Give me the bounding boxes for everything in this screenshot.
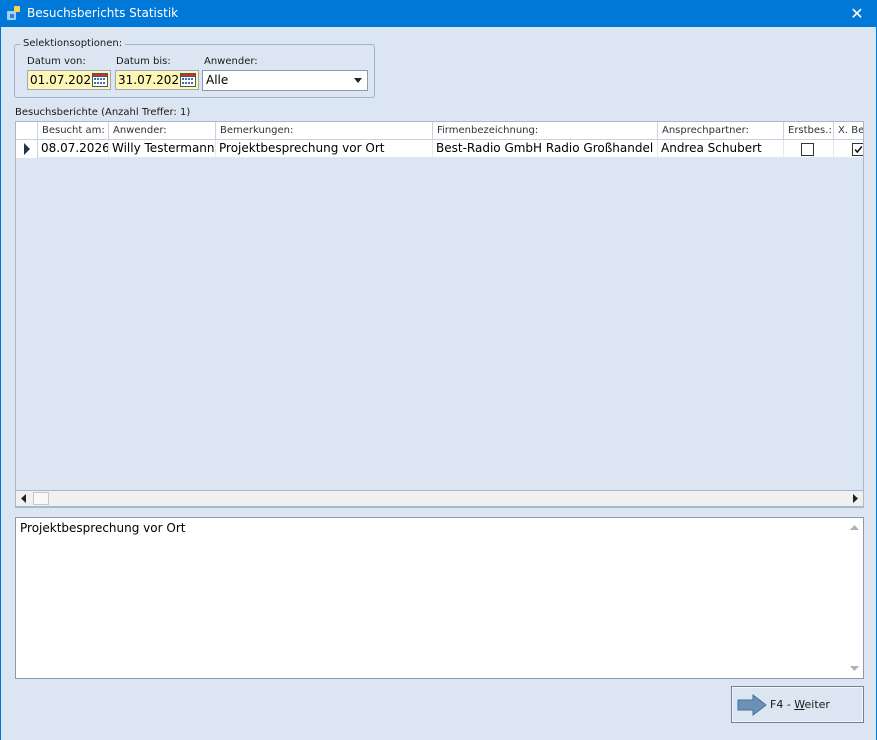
scroll-up-icon[interactable] xyxy=(846,520,863,534)
date-from-label: Datum von: xyxy=(27,56,86,67)
remarks-memo[interactable]: Projektbesprechung vor Ort xyxy=(15,517,864,679)
checkbox-icon[interactable] xyxy=(801,143,814,156)
date-from-field[interactable]: 01.07.2026 xyxy=(27,70,111,90)
user-label: Anwender: xyxy=(204,56,258,67)
grid-caption: Besuchsberichte (Anzahl Treffer: 1) xyxy=(15,107,191,118)
row-indicator-icon xyxy=(24,143,30,155)
cell-company[interactable]: Best-Radio GmbH Radio Großhandel xyxy=(433,140,658,158)
memo-text: Projektbesprechung vor Ort xyxy=(20,521,186,535)
scroll-left-icon[interactable] xyxy=(16,491,32,506)
arrow-right-icon xyxy=(737,694,767,716)
column-header-visited-on[interactable]: Besucht am: xyxy=(38,122,109,140)
calendar-icon[interactable] xyxy=(180,73,196,87)
cell-contact[interactable]: Andrea Schubert xyxy=(658,140,784,158)
next-button-label: F4 - Weiter xyxy=(770,698,830,711)
close-icon[interactable]: ✕ xyxy=(837,0,877,27)
column-header-first-visit[interactable]: Erstbes.: xyxy=(784,122,834,140)
column-header-company[interactable]: Firmenbezeichnung: xyxy=(433,122,658,140)
next-button[interactable]: F4 - Weiter xyxy=(731,686,864,723)
scroll-thumb[interactable] xyxy=(33,492,49,505)
cell-first-visit[interactable] xyxy=(784,140,834,158)
dropdown-arrow-icon[interactable] xyxy=(349,71,367,90)
checkbox-icon[interactable] xyxy=(852,143,864,156)
cell-remarks[interactable]: Projektbesprechung vor Ort xyxy=(216,140,433,158)
title-bar: Besuchsberichts Statistik ✕ xyxy=(0,0,877,27)
row-indicator[interactable] xyxy=(16,140,38,158)
scroll-right-icon[interactable] xyxy=(847,491,863,506)
selection-group-title: Selektionsoptionen: xyxy=(20,38,126,49)
user-select[interactable]: Alle xyxy=(202,70,368,91)
calendar-icon[interactable] xyxy=(92,73,108,87)
cell-user[interactable]: Willy Testermann xyxy=(109,140,216,158)
date-to-value: 31.07.2026 xyxy=(118,73,187,87)
cell-x-visit[interactable] xyxy=(834,140,864,158)
app-icon xyxy=(7,6,20,20)
window-title: Besuchsberichts Statistik xyxy=(27,6,179,20)
horizontal-scrollbar[interactable] xyxy=(15,490,864,507)
visit-report-grid[interactable]: Besucht am: Anwender: Bemerkungen: Firme… xyxy=(15,121,864,508)
column-header-remarks[interactable]: Bemerkungen: xyxy=(216,122,433,140)
date-to-field[interactable]: 31.07.2026 xyxy=(115,70,199,90)
grid-corner xyxy=(16,122,38,140)
cell-visited-on[interactable]: 08.07.2026 xyxy=(38,140,109,158)
column-header-x-visit[interactable]: X. Bes xyxy=(834,122,863,140)
column-header-user[interactable]: Anwender: xyxy=(109,122,216,140)
memo-vertical-scrollbar[interactable] xyxy=(846,518,863,678)
date-to-label: Datum bis: xyxy=(116,56,171,67)
date-from-value: 01.07.2026 xyxy=(30,73,99,87)
user-select-value: Alle xyxy=(206,73,229,87)
scroll-down-icon[interactable] xyxy=(846,662,863,676)
column-header-contact[interactable]: Ansprechpartner: xyxy=(658,122,784,140)
